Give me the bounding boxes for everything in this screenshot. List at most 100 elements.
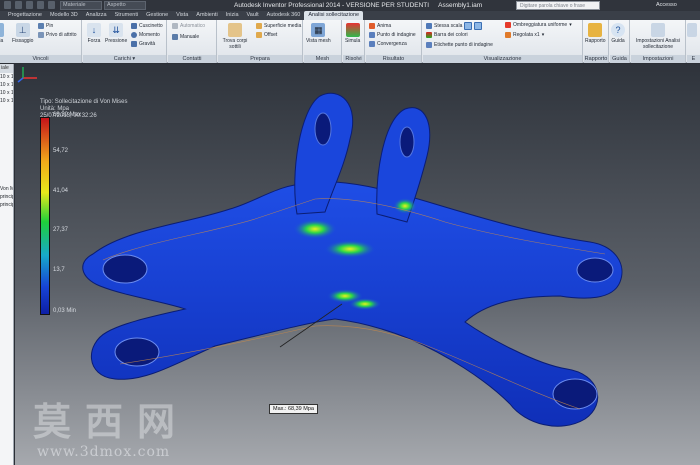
browser-item[interactable]: [0, 137, 13, 145]
impostazioni-button[interactable]: Impostazioni Analisi sollecitazione: [635, 23, 681, 50]
tab-gestione[interactable]: Gestione: [142, 11, 172, 20]
browser-item[interactable]: principale: [0, 193, 13, 201]
cut-right-button[interactable]: [687, 23, 697, 38]
cuscinetto-button[interactable]: Cuscinetto: [131, 23, 163, 29]
simula-button[interactable]: Simula: [345, 23, 360, 44]
browser-item[interactable]: Von Mises: [0, 185, 13, 193]
anima-button[interactable]: Anima: [369, 23, 391, 29]
browser-item[interactable]: 10 x 1.5x16: [0, 73, 13, 81]
panel-cut-right: E: [687, 20, 700, 63]
browser-item[interactable]: [0, 241, 13, 249]
browser-item[interactable]: [0, 217, 13, 225]
ombreggiatura-label: Ombreggiatura uniforme: [513, 22, 568, 28]
browser-item[interactable]: [0, 145, 13, 153]
punto-indagine-button[interactable]: Punto di indagine: [369, 32, 416, 38]
graphics-viewport[interactable]: Tipo: Sollecitazione di Von Mises Unità:…: [15, 64, 700, 465]
automatico-button[interactable]: Automatico: [172, 23, 205, 29]
vista-mesh-button[interactable]: ▦ Vista mesh: [306, 23, 331, 44]
browser-item[interactable]: [0, 257, 13, 265]
convergenza-label: Convergenza: [377, 41, 407, 47]
lug-hole-left: [314, 112, 332, 146]
offset-button[interactable]: Offset: [256, 32, 277, 38]
material-combo[interactable]: Materiale: [60, 1, 102, 10]
browser-item[interactable]: [0, 177, 13, 185]
gravita-button[interactable]: Gravità: [131, 41, 155, 47]
browser-item[interactable]: principale: [0, 201, 13, 209]
pin-button[interactable]: Pin: [38, 23, 53, 29]
panel-contatti: Automatico Manuale Contatti: [168, 20, 217, 63]
panel-carichi: ↓ Forza ⇊ Pressione Cuscinetto Momento G…: [83, 20, 167, 63]
barra-colori-button[interactable]: Barra dei colori: [426, 32, 468, 38]
new-icon[interactable]: [4, 1, 11, 9]
undo-icon[interactable]: [37, 1, 44, 9]
bearing-icon: [131, 23, 137, 29]
momento-button[interactable]: Momento: [131, 32, 160, 38]
rapporto-label: Rapporto: [585, 38, 606, 44]
tab-vista[interactable]: Vista: [172, 11, 192, 20]
max-probe-label[interactable]: Max.: 68,39 Mpa: [269, 404, 318, 414]
browser-item[interactable]: [0, 233, 13, 241]
legend-tick-2: 41,04: [53, 188, 69, 194]
browser-item[interactable]: 10 x 1.5x16: [0, 97, 13, 105]
tab-strumenti[interactable]: Strumenti: [111, 11, 143, 20]
panel-label-impostazioni: Impostazioni: [631, 55, 685, 63]
privo-attrito-button[interactable]: Privo di attrito: [38, 32, 77, 38]
guida-button[interactable]: ? Guida: [611, 23, 625, 44]
gravita-label: Gravità: [139, 41, 156, 47]
etichette-label: Etichette punto di indagine: [434, 42, 493, 48]
open-icon[interactable]: [15, 1, 22, 9]
browser-item[interactable]: [0, 129, 13, 137]
convergenza-button[interactable]: Convergenza: [369, 41, 407, 47]
browser-item[interactable]: [0, 121, 13, 129]
browser-item[interactable]: [0, 113, 13, 121]
tab-autodesk-360[interactable]: Autodesk 360: [263, 11, 305, 20]
ombreggiatura-dropdown[interactable]: Ombreggiatura uniforme ▾: [505, 22, 572, 28]
appearance-combo[interactable]: Aspetto: [104, 1, 146, 10]
sign-in-link[interactable]: Accesso: [656, 2, 677, 8]
rapporto-button[interactable]: Rapporto: [585, 23, 606, 44]
browser-item[interactable]: [0, 169, 13, 177]
browser-item[interactable]: 10 x 1.5x16: [0, 89, 13, 97]
display-toggle-2-icon[interactable]: [474, 22, 483, 30]
fissaggio-button[interactable]: ⊥ Fissaggio: [12, 23, 33, 44]
browser-item[interactable]: [0, 209, 13, 217]
settings-icon: [651, 23, 665, 37]
tab-ambienti[interactable]: Ambienti: [192, 11, 221, 20]
superficie-media-button[interactable]: Superficie media: [256, 23, 301, 29]
tab-modello-3d[interactable]: Modello 3D: [46, 11, 82, 20]
shading-icon: [505, 22, 511, 28]
display-toggle-icon[interactable]: [464, 22, 473, 30]
tab-analizza[interactable]: Analizza: [82, 11, 111, 20]
browser-item[interactable]: [0, 153, 13, 161]
pressione-button[interactable]: ⇊ Pressione: [105, 23, 127, 44]
carichi-label: Carichi: [113, 56, 131, 62]
stessa-scala-button[interactable]: Stessa scala: [426, 22, 483, 30]
axis-triad-icon[interactable]: [15, 64, 45, 84]
redo-icon[interactable]: [48, 1, 55, 9]
panel-mesh: ▦ Vista mesh Mesh: [304, 20, 342, 63]
browser-item[interactable]: [0, 161, 13, 169]
regolata-dropdown[interactable]: Regolata x1 ▾: [505, 32, 544, 38]
tab-vault[interactable]: Vault: [243, 11, 263, 20]
forza-button[interactable]: ↓ Forza: [87, 23, 101, 44]
tab-progettazione[interactable]: Progettazione: [4, 11, 46, 20]
force-icon: ↓: [87, 23, 101, 37]
legend-min: 0,03 Min: [53, 308, 77, 314]
etichette-button[interactable]: Etichette punto di indagine: [426, 42, 493, 48]
cut-left-button[interactable]: gia: [0, 23, 4, 44]
manuale-button[interactable]: Manuale: [172, 34, 199, 40]
panel-visualizzazione: Stessa scala Barra dei colori Etichette …: [423, 20, 583, 63]
tab-inizia[interactable]: Inizia: [222, 11, 243, 20]
legend-tick-4: 13,7: [53, 267, 65, 273]
browser-item[interactable]: [0, 225, 13, 233]
help-search-input[interactable]: Digitare parola chiave o frase: [516, 1, 600, 10]
browser-item[interactable]: 10 x 1.5x16: [0, 81, 13, 89]
save-icon[interactable]: [26, 1, 33, 9]
browser-item[interactable]: [0, 249, 13, 257]
trova-corpi-button[interactable]: Trova corpi sottili: [220, 23, 250, 50]
browser-item[interactable]: [0, 105, 13, 113]
browser-items: 10 x 1.5x1610 x 1.5x1610 x 1.5x1610 x 1.…: [0, 73, 13, 273]
impostazioni-label: Impostazioni Analisi sollecitazione: [636, 38, 680, 50]
browser-item[interactable]: [0, 265, 13, 273]
tab-analisi-sollecitazione[interactable]: Analisi sollecitazione: [304, 11, 364, 20]
